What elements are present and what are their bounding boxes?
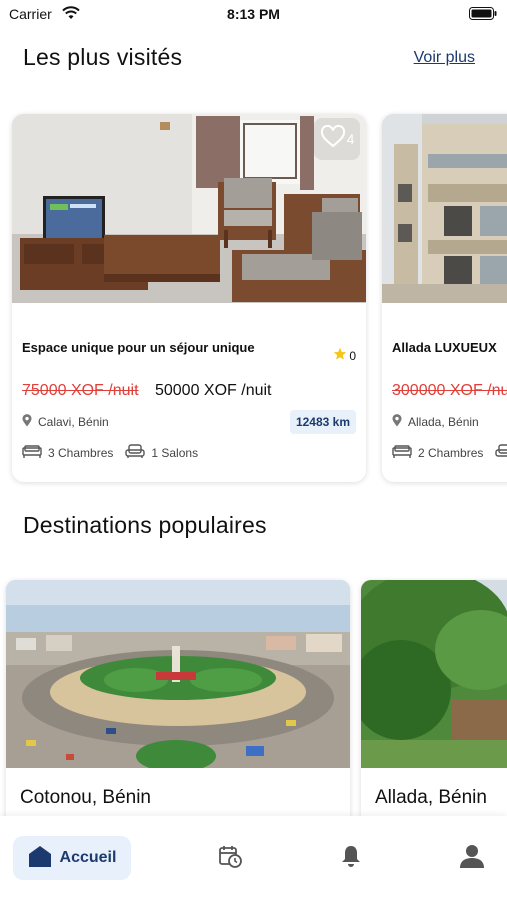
salon-feature	[495, 444, 507, 462]
bed-icon	[22, 444, 42, 462]
location-pin-icon	[22, 414, 32, 430]
bedroom-label: 2 Chambres	[418, 446, 484, 460]
sofa-icon	[125, 444, 146, 462]
distance-badge: 12483 km	[289, 410, 356, 434]
price-row: 75000 XOF /nuit 50000 XOF /nuit	[22, 382, 271, 400]
destination-photo	[361, 580, 507, 768]
section-title-popular: Destinations populaires	[23, 512, 267, 538]
heart-icon	[320, 124, 346, 154]
sofa-icon	[495, 444, 507, 462]
tab-bookings[interactable]	[205, 836, 255, 880]
star-icon	[333, 347, 347, 364]
rating-value: 0	[349, 348, 356, 363]
bed-icon	[392, 444, 412, 462]
tab-notifications[interactable]	[326, 836, 376, 880]
favorite-count: 4	[346, 131, 355, 147]
bottom-tab-bar: Accueil	[0, 816, 507, 900]
destination-name: Cotonou, Bénin	[20, 787, 151, 808]
clock: 8:13 PM	[227, 6, 280, 22]
battery-icon	[469, 7, 497, 25]
see-more-link[interactable]: Voir plus	[414, 49, 475, 67]
old-price: 75000 XOF /nuit	[22, 382, 139, 399]
salon-feature: 1 Salons	[125, 444, 198, 462]
most-visited-header: Les plus visités Voir plus	[23, 44, 475, 71]
destination-name: Allada, Bénin	[375, 787, 487, 808]
old-price: 300000 XOF /nuit	[392, 382, 507, 399]
property-title: Espace unique pour un séjour unique	[22, 340, 255, 355]
property-photo: 4	[12, 114, 366, 303]
favorite-button[interactable]: 4	[314, 118, 360, 160]
new-price: 50000 XOF /nuit	[154, 382, 272, 399]
destination-card[interactable]: Allada, Bénin	[361, 580, 507, 840]
destination-photo	[6, 580, 350, 768]
property-card[interactable]: 4 Espace unique pour un séjour unique 0 …	[12, 114, 366, 482]
tab-profile[interactable]	[447, 836, 497, 880]
tab-home[interactable]: Accueil	[13, 836, 131, 880]
features-row: 2 Chambres	[392, 444, 507, 462]
bedroom-feature: 3 Chambres	[22, 444, 114, 462]
location-row: Calavi, Bénin	[22, 414, 109, 430]
property-card[interactable]: Allada LUXUEUX 300000 XOF /nuit Allada, …	[382, 114, 507, 482]
rating: 0	[333, 347, 356, 364]
features-row: 3 Chambres 1 Salons	[22, 444, 210, 462]
bedroom-label: 3 Chambres	[48, 446, 114, 460]
bell-icon	[340, 844, 362, 873]
location-label: Calavi, Bénin	[38, 415, 109, 429]
user-icon	[459, 843, 485, 874]
destination-card[interactable]: Cotonou, Bénin	[6, 580, 350, 840]
section-title-most-visited: Les plus visités	[23, 44, 183, 70]
status-bar: Carrier 8:13 PM	[0, 0, 507, 28]
location-pin-icon	[392, 414, 402, 430]
popular-destinations-header: Destinations populaires	[23, 512, 475, 539]
tab-home-label: Accueil	[59, 849, 117, 866]
salon-label: 1 Salons	[151, 446, 199, 460]
location-label: Allada, Bénin	[408, 415, 479, 429]
property-photo	[382, 114, 507, 303]
bedroom-feature: 2 Chambres	[392, 444, 484, 462]
location-row: Allada, Bénin	[392, 414, 479, 430]
property-title: Allada LUXUEUX	[392, 340, 497, 355]
price-row: 300000 XOF /nuit	[392, 382, 507, 400]
calendar-clock-icon	[218, 844, 242, 873]
home-icon	[28, 845, 52, 872]
